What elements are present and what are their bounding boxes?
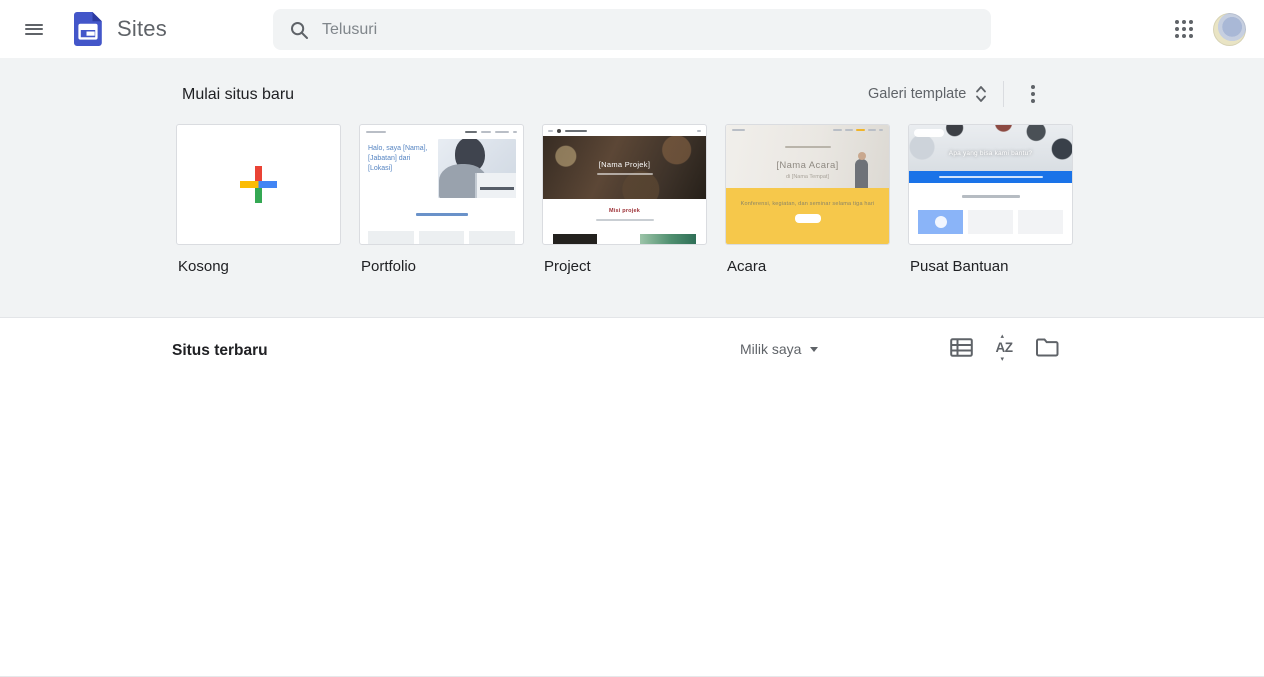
top-app-bar: Sites bbox=[0, 0, 1264, 58]
search-box[interactable] bbox=[273, 9, 991, 50]
template-label: Pusat Bantuan bbox=[910, 258, 1009, 275]
google-sites-home: Sites Mulai situs baru Galeri template bbox=[0, 0, 1264, 677]
mini-site-search-bar bbox=[909, 171, 1072, 183]
mini-site-hero-photo: [Nama Projek] bbox=[543, 136, 706, 199]
kebab-icon bbox=[1031, 82, 1036, 106]
recent-sites-toolbar: AZ bbox=[946, 332, 1062, 363]
mini-site-hero-photo: [Nama Acara] di [Nama Tempat] bbox=[726, 125, 889, 188]
google-plus-icon bbox=[240, 166, 277, 203]
owner-filter-label: Milik saya bbox=[740, 341, 802, 357]
owner-filter-dropdown[interactable]: Milik saya bbox=[738, 339, 820, 359]
mini-site-headline: Halo, saya [Nama], [Jabatan] dari [Lokas… bbox=[368, 145, 428, 172]
template-thumbnail-project[interactable]: [Nama Projek] Misi projek bbox=[542, 124, 707, 245]
mini-site-photo bbox=[438, 139, 516, 198]
apps-grid-icon bbox=[1175, 20, 1193, 38]
list-view-button[interactable] bbox=[946, 332, 976, 362]
template-gallery-label: Galeri template bbox=[868, 86, 967, 102]
sites-logo-icon bbox=[74, 12, 102, 46]
sort-alphabetical-button[interactable]: AZ bbox=[989, 332, 1019, 363]
template-gallery-button[interactable]: Galeri template bbox=[864, 82, 991, 106]
main-menu-button[interactable] bbox=[16, 11, 52, 47]
mini-site-placeholders bbox=[543, 234, 706, 244]
template-thumbnail-kosong[interactable] bbox=[176, 124, 341, 245]
new-site-title: Mulai situs baru bbox=[182, 86, 295, 103]
list-view-icon bbox=[949, 337, 973, 357]
mini-site-hero-photo: Apa yang bisa kami bantu? bbox=[909, 125, 1072, 171]
mini-site-button bbox=[794, 214, 821, 223]
folders-button[interactable] bbox=[1032, 332, 1062, 362]
template-label: Portfolio bbox=[361, 258, 417, 275]
sort-az-icon: AZ bbox=[996, 332, 1014, 363]
template-thumbnail-acara[interactable]: [Nama Acara] di [Nama Tempat] Konferensi… bbox=[725, 124, 890, 245]
mini-site-link bbox=[360, 206, 523, 224]
account-avatar[interactable] bbox=[1213, 13, 1246, 46]
template-card-portfolio: Halo, saya [Nama], [Jabatan] dari [Lokas… bbox=[359, 124, 524, 275]
hamburger-icon bbox=[25, 21, 43, 37]
mini-site-headline: Apa yang bisa kami bantu? bbox=[948, 150, 1033, 157]
mini-site-navbar bbox=[543, 125, 706, 136]
search-icon bbox=[291, 21, 308, 39]
template-thumbnail-portfolio[interactable]: Halo, saya [Nama], [Jabatan] dari [Lokas… bbox=[359, 124, 524, 245]
mini-site-body-text: Konferensi, kegiatan, dan seminar selama… bbox=[740, 201, 875, 207]
template-card-project: [Nama Projek] Misi projek Project bbox=[542, 124, 707, 275]
template-label: Project bbox=[544, 258, 591, 275]
more-options-button[interactable] bbox=[1018, 79, 1048, 109]
unfold-more-icon bbox=[976, 86, 987, 102]
template-label: Acara bbox=[727, 258, 767, 275]
mini-site-subheading: Misi projek bbox=[609, 208, 640, 214]
mini-site-placeholders bbox=[360, 231, 523, 244]
mini-site-placeholders bbox=[909, 210, 1072, 234]
app-logo-title[interactable]: Sites bbox=[70, 10, 167, 48]
template-cards-row: Kosong Halo, saya [Nama], [Jabatan] dari… bbox=[176, 124, 1073, 275]
gallery-controls: Galeri template bbox=[864, 79, 1048, 109]
template-thumbnail-pusat-bantuan[interactable]: Apa yang bisa kami bantu? bbox=[908, 124, 1073, 245]
template-label: Kosong bbox=[178, 258, 229, 275]
template-card-kosong: Kosong bbox=[176, 124, 341, 275]
mini-site-headline: [Nama Projek] bbox=[598, 160, 651, 169]
mini-site-navbar bbox=[360, 125, 523, 138]
mini-site-banner: Konferensi, kegiatan, dan seminar selama… bbox=[726, 188, 889, 244]
recent-sites-title: Situs terbaru bbox=[172, 342, 268, 359]
google-apps-button[interactable] bbox=[1168, 13, 1200, 45]
vertical-divider bbox=[1003, 81, 1005, 107]
folder-icon bbox=[1035, 338, 1058, 356]
caret-down-icon bbox=[810, 346, 819, 352]
template-card-pusat-bantuan: Apa yang bisa kami bantu? Pusat Bantuan bbox=[908, 124, 1073, 275]
template-card-acara: [Nama Acara] di [Nama Tempat] Konferensi… bbox=[725, 124, 890, 275]
app-title: Sites bbox=[117, 16, 167, 41]
new-site-section: Mulai situs baru Galeri template Kosong bbox=[0, 58, 1264, 318]
search-input[interactable] bbox=[322, 20, 975, 39]
